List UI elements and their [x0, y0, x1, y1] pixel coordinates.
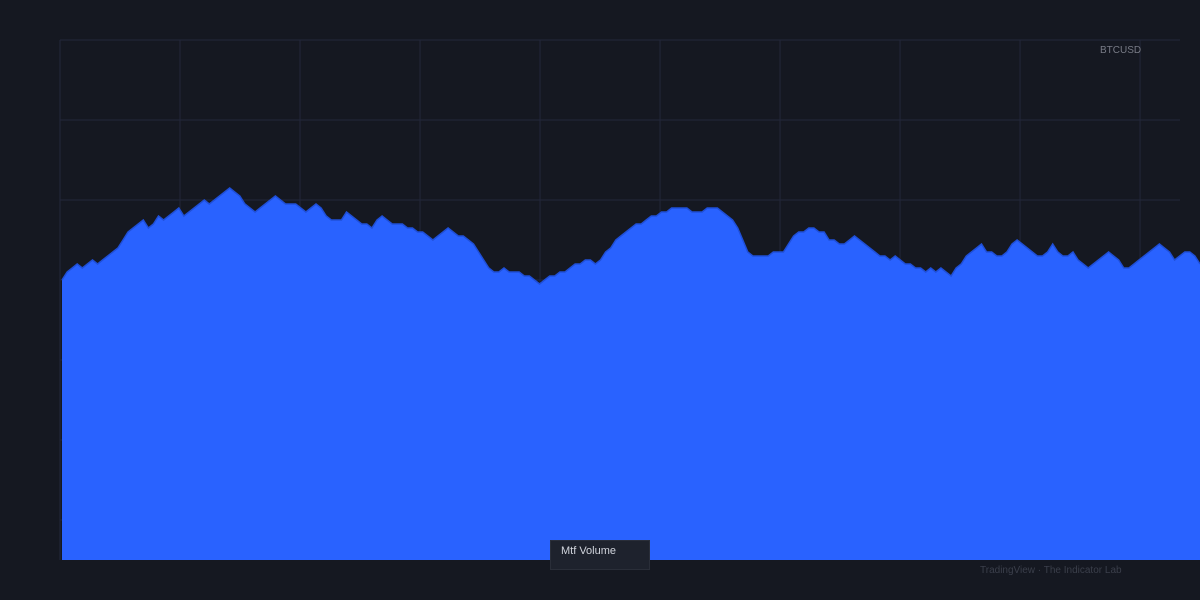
indicator-chip[interactable]: Mtf Volume — [550, 540, 650, 570]
chart-svg[interactable] — [0, 0, 1200, 600]
series-layer — [61, 187, 1200, 560]
indicator-label: Mtf Volume — [561, 545, 617, 557]
chart-area[interactable]: BTCUSD Mtf Volume TradingView · The Indi… — [0, 0, 1200, 600]
watermark: TradingView · The Indicator Lab — [980, 565, 1122, 576]
symbol-label: BTCUSD — [1100, 45, 1142, 56]
volume-area — [62, 188, 1200, 560]
